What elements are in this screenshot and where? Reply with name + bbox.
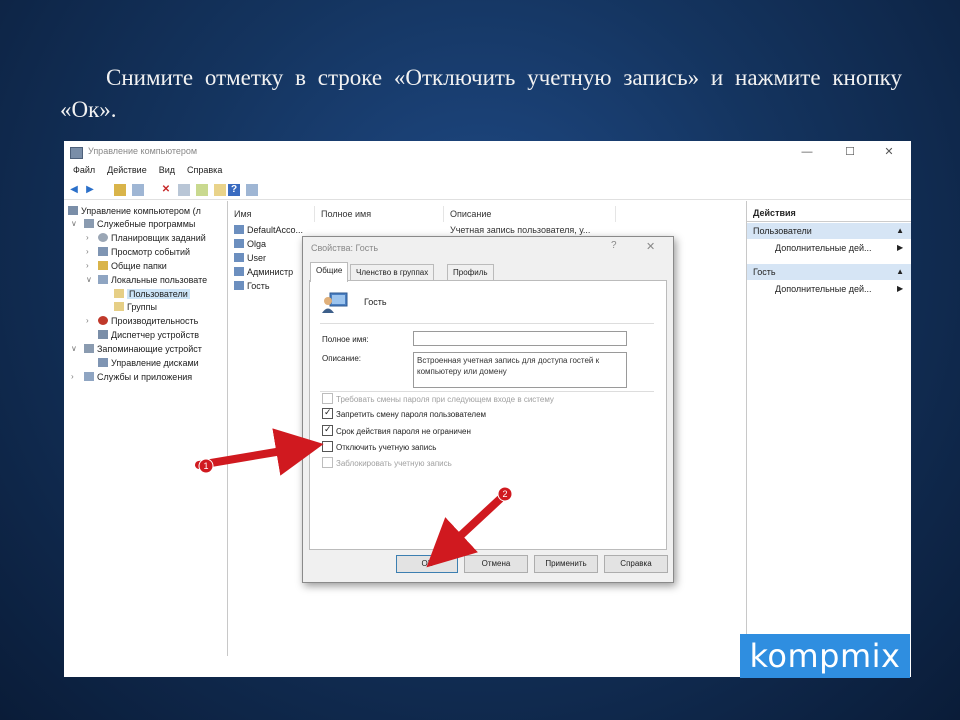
- annotation-arrows: 1 2: [195, 428, 513, 568]
- kompmix-logo: kompmix: [740, 634, 910, 678]
- instruction-text: Снимите отметку в строке «Отключить учет…: [60, 65, 902, 122]
- arrow-to-ok-button: [426, 495, 504, 568]
- tab-general[interactable]: Общие: [310, 262, 349, 282]
- step-2-label: 2: [502, 489, 507, 499]
- computer-management-window: Управление компьютером — ☐ ✕ Файл Действи…: [64, 141, 911, 677]
- step-1-label: 1: [203, 461, 208, 471]
- arrow-to-disable-checkbox: [195, 428, 324, 476]
